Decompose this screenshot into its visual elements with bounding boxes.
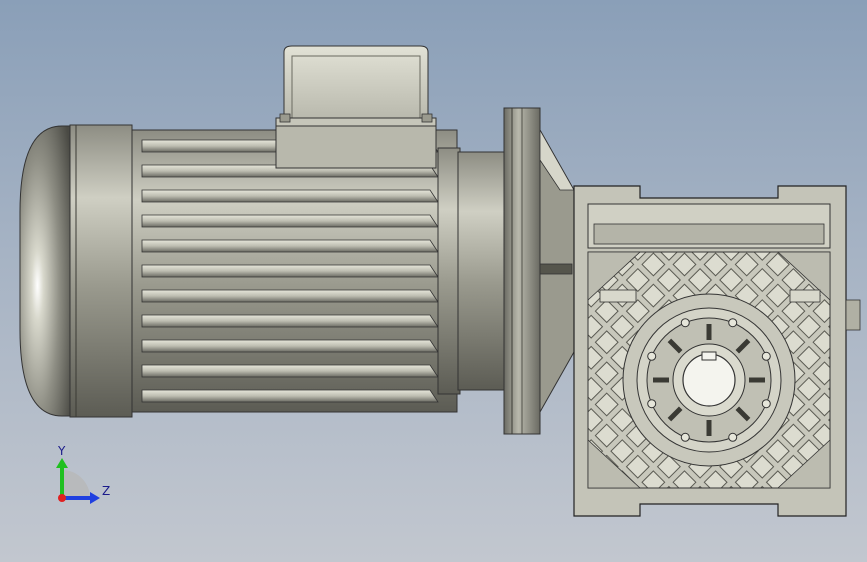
cad-viewport[interactable] bbox=[0, 0, 867, 562]
hub-bolt bbox=[728, 318, 738, 328]
hub-bolt bbox=[647, 399, 657, 409]
cooling-fin bbox=[141, 289, 439, 303]
keyway bbox=[701, 351, 717, 361]
terminal-box[interactable] bbox=[275, 45, 437, 169]
cooling-fin bbox=[141, 389, 439, 403]
hub-bolt bbox=[647, 351, 657, 361]
cooling-fin bbox=[141, 339, 439, 353]
cooling-fin bbox=[141, 214, 439, 228]
z-axis-label: Z bbox=[102, 484, 111, 498]
shaft-bore[interactable] bbox=[682, 353, 736, 407]
cooling-fin bbox=[141, 364, 439, 378]
cooling-fin bbox=[141, 239, 439, 253]
hub-bolt bbox=[728, 432, 738, 442]
hub-bolt bbox=[761, 351, 771, 361]
hub-bolt bbox=[761, 399, 771, 409]
hub-bolt bbox=[680, 318, 690, 328]
output-hub[interactable] bbox=[622, 293, 796, 467]
cooling-fin bbox=[141, 189, 439, 203]
cooling-fin bbox=[141, 264, 439, 278]
x-axis-dot bbox=[58, 494, 66, 502]
motor-end-cap[interactable] bbox=[19, 124, 133, 418]
orientation-triad[interactable]: Y Z bbox=[50, 440, 120, 510]
hub-bolt bbox=[680, 432, 690, 442]
motor-flange[interactable] bbox=[503, 107, 575, 435]
motor-housing[interactable] bbox=[131, 129, 458, 413]
cooling-fin bbox=[141, 314, 439, 328]
motor-coupling[interactable] bbox=[437, 147, 507, 395]
y-axis-label: Y bbox=[58, 444, 66, 458]
